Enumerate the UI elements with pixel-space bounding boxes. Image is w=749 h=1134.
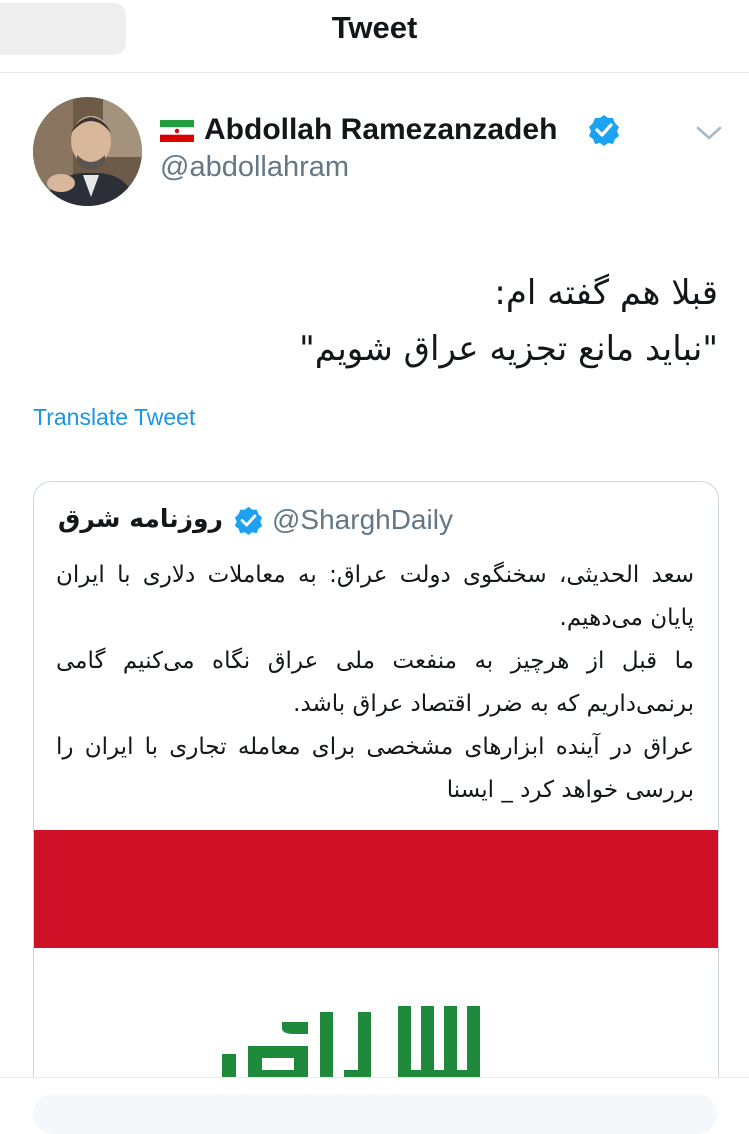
verified-badge-icon	[589, 115, 619, 146]
chevron-down-icon[interactable]	[694, 122, 724, 144]
tweet-text: قبلا هم گفته ام: "نباید مانع تجزیه عراق …	[40, 265, 718, 377]
reply-input[interactable]	[33, 1094, 717, 1134]
quoted-tweet-card[interactable]: روزنامه شرق @SharghDaily سعد الحدیثی، سخ…	[33, 481, 719, 1123]
iran-flag-icon	[160, 120, 194, 142]
reply-bar	[0, 1077, 749, 1134]
page-title: Tweet	[331, 10, 418, 45]
avatar[interactable]	[33, 97, 142, 206]
translate-tweet-link[interactable]: Translate Tweet	[33, 404, 195, 431]
flag-red-stripe	[34, 830, 718, 948]
quoted-tweet-text: سعد الحدیثی، سخنگوی دولت عراق: به معاملا…	[56, 562, 694, 803]
tweet-text-line: قبلا هم گفته ام:	[494, 273, 718, 313]
quoted-tweet-header: روزنامه شرق @SharghDaily	[58, 502, 698, 542]
quoted-author-handle: @SharghDaily	[272, 504, 453, 535]
verified-badge-icon	[234, 506, 263, 535]
author-handle[interactable]: @abdollahram	[160, 151, 349, 184]
quoted-author-name: روزنامه شرق	[58, 504, 223, 533]
author-name: Abdollah Ramezanzadeh	[204, 113, 558, 146]
avatar-photo	[33, 97, 142, 206]
navigation-bar: Tweet	[0, 0, 749, 73]
tweet-text-line: "نباید مانع تجزیه عراق شویم"	[299, 329, 718, 369]
